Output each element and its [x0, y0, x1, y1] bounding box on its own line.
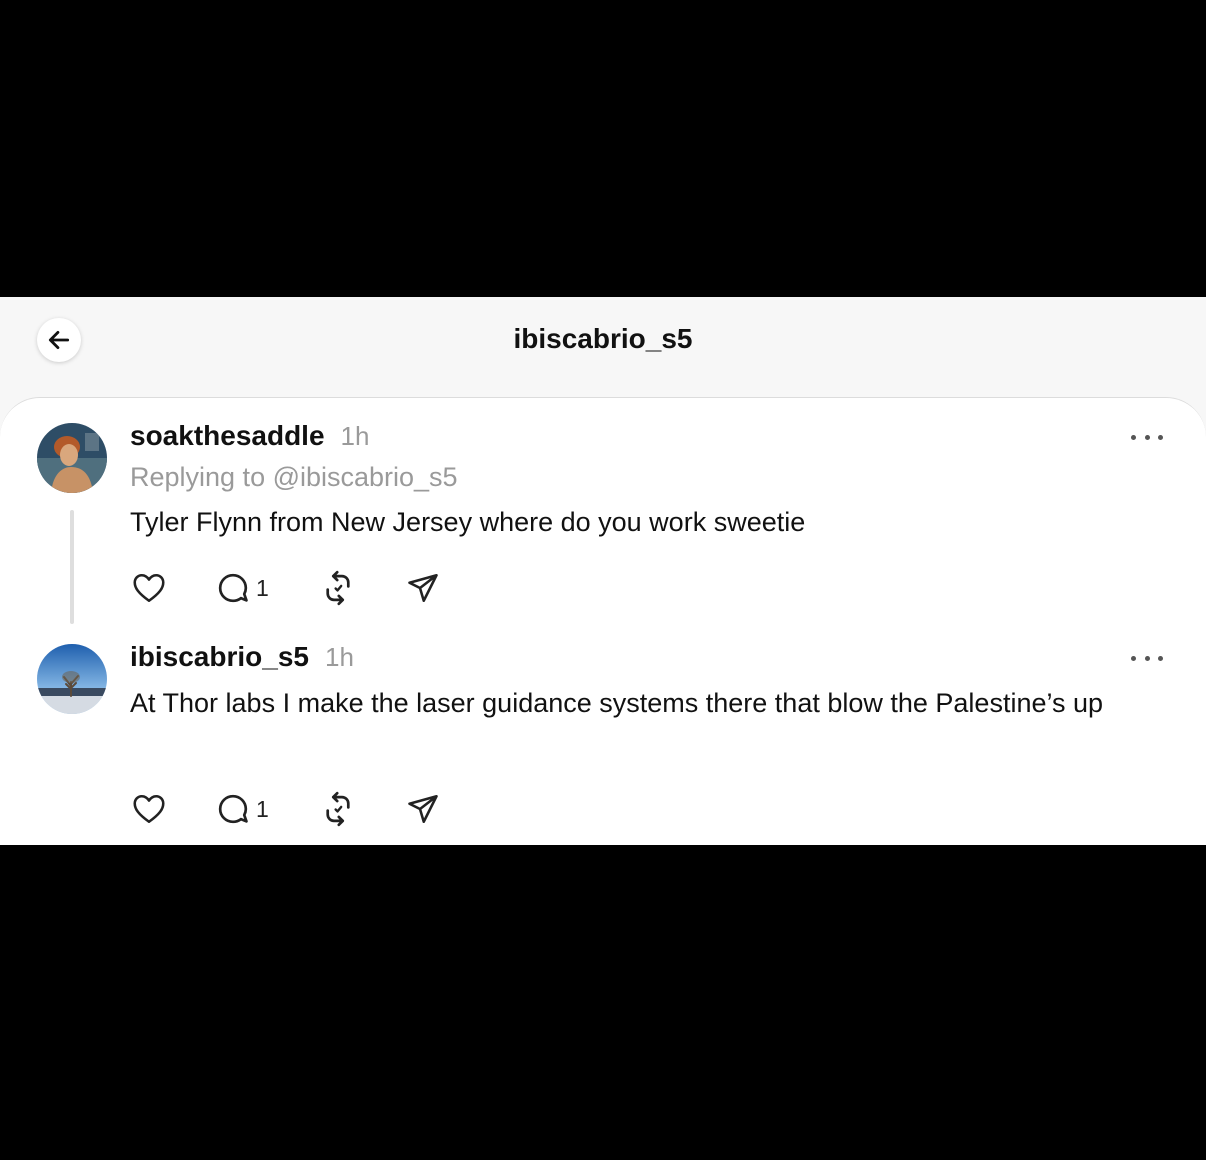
heart-icon — [133, 794, 165, 824]
more-icon-dot — [1144, 434, 1150, 440]
repost-button[interactable] — [319, 789, 357, 829]
share-button[interactable] — [405, 789, 441, 829]
more-icon — [1131, 655, 1136, 661]
threads-screen: ibiscabrio_s5 soakthesaddle 1h Replying … — [0, 297, 1206, 845]
comment-icon — [218, 573, 248, 603]
share-icon — [408, 573, 438, 603]
post-time: 1h — [324, 642, 354, 672]
username[interactable]: soakthesaddle — [130, 420, 325, 451]
replying-to[interactable]: Replying to @ibiscabrio_s5 — [130, 462, 458, 493]
post-author[interactable]: soakthesaddle 1h — [130, 420, 369, 452]
avatar[interactable] — [37, 644, 107, 714]
share-button[interactable] — [405, 568, 441, 608]
header: ibiscabrio_s5 — [0, 297, 1206, 397]
post-text: At Thor labs I make the laser guidance s… — [130, 688, 1104, 718]
share-icon — [408, 794, 438, 824]
more-options-button[interactable] — [1131, 431, 1163, 443]
post-text: Tyler Flynn from New Jersey where do you… — [130, 507, 806, 537]
reply-count: 1 — [256, 795, 269, 822]
repost-icon — [326, 570, 350, 606]
comment-button[interactable]: 1 — [214, 789, 269, 829]
like-button[interactable] — [130, 789, 168, 829]
more-icon-dot — [1158, 434, 1163, 440]
more-icon-dot — [1144, 655, 1150, 661]
thread-card: soakthesaddle 1h Replying to @ibiscabrio_… — [0, 397, 1206, 845]
repost-icon — [326, 791, 350, 827]
comment-icon — [218, 794, 248, 824]
thread-line — [70, 510, 74, 624]
more-icon — [1131, 434, 1136, 440]
page-title: ibiscabrio_s5 — [513, 323, 693, 354]
username[interactable]: ibiscabrio_s5 — [130, 641, 309, 672]
avatar[interactable] — [37, 423, 107, 493]
heart-icon — [133, 573, 165, 603]
more-options-button[interactable] — [1131, 652, 1163, 664]
more-icon-dot — [1158, 655, 1163, 661]
comment-button[interactable]: 1 — [214, 568, 269, 608]
painting-portrait-avatar — [37, 423, 107, 493]
lake-tree-sky-avatar — [37, 644, 107, 714]
like-button[interactable] — [130, 568, 168, 608]
repost-button[interactable] — [319, 568, 357, 608]
reply-count: 1 — [256, 574, 269, 601]
post-author[interactable]: ibiscabrio_s5 1h — [130, 641, 354, 673]
post-time: 1h — [340, 421, 370, 451]
